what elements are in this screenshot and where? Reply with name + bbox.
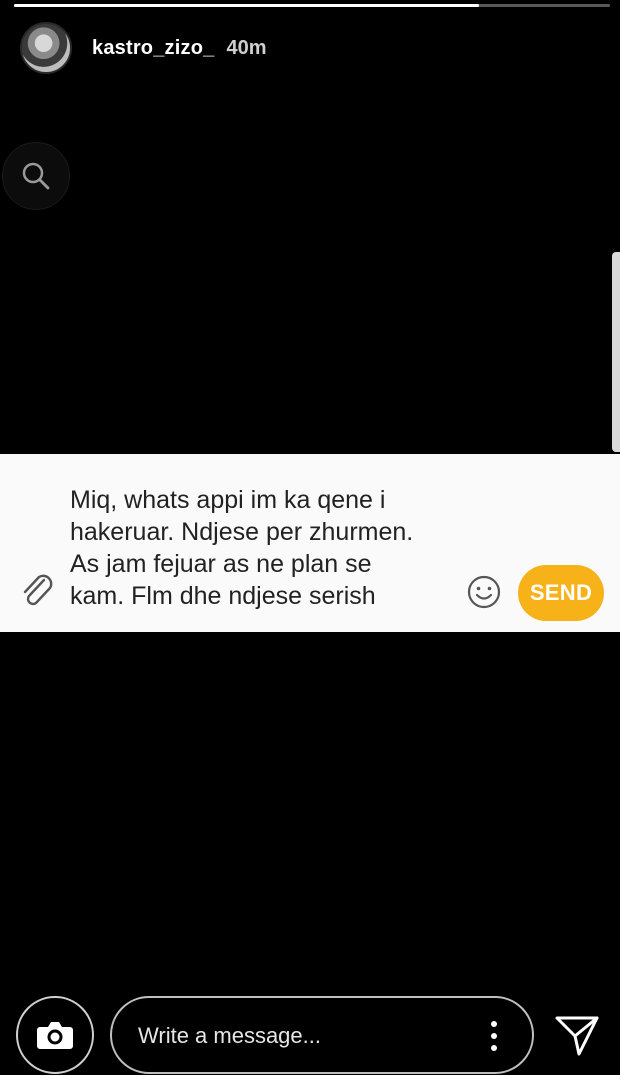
story-progress-fill <box>14 4 479 7</box>
scroll-handle[interactable] <box>612 252 620 452</box>
send-button[interactable]: SEND <box>518 565 604 621</box>
paperclip-icon[interactable] <box>20 572 56 612</box>
camera-button[interactable] <box>16 996 94 1074</box>
username[interactable]: kastro_zizo_ <box>92 37 214 60</box>
timestamp: 40m <box>226 36 267 59</box>
message-card: Miq, whats appi im ka qene i hakeruar. N… <box>0 454 620 632</box>
reply-input[interactable] <box>138 1018 468 1054</box>
smiley-icon[interactable] <box>466 574 502 610</box>
message-text: Miq, whats appi im ka qene i hakeruar. N… <box>70 486 414 610</box>
search-icon <box>22 162 50 190</box>
story-header: kastro_zizo_ 40m <box>20 22 266 74</box>
camera-icon <box>37 1022 73 1049</box>
story-screen: kastro_zizo_ 40m Miq, whats appi im ka q… <box>0 0 620 1075</box>
more-vertical-icon[interactable] <box>484 1018 504 1054</box>
avatar[interactable] <box>20 22 72 74</box>
reply-field[interactable] <box>110 996 534 1074</box>
paper-plane-icon[interactable] <box>552 1010 602 1060</box>
search-button[interactable] <box>2 142 70 210</box>
story-progress-bar <box>14 4 610 7</box>
